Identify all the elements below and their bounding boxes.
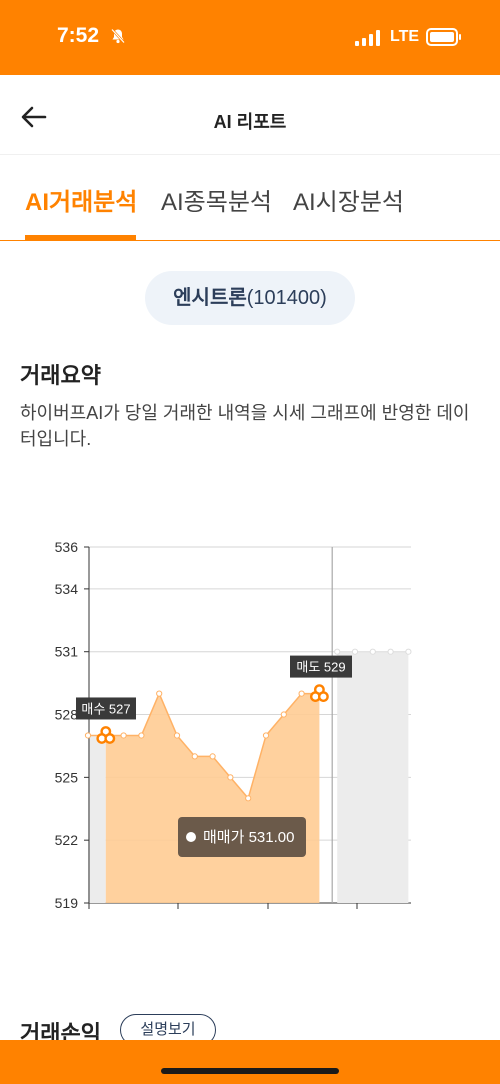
page-title: AI 리포트 xyxy=(213,112,287,132)
trade-marker-part xyxy=(317,691,329,702)
summary-description: 하이버프AI가 당일 거래한 내역을 시세 그래프에 반영한 데이터입니다. xyxy=(20,403,470,449)
data-point xyxy=(387,648,394,655)
bell-slash-icon xyxy=(111,28,125,44)
data-point xyxy=(227,774,234,781)
tab-ai-market-analysis[interactable]: AI시장분석 xyxy=(293,182,404,217)
pre-trade-area xyxy=(88,735,106,903)
future-area xyxy=(337,651,409,903)
signal-bars-icon xyxy=(355,30,380,46)
y-tick-label: 525 xyxy=(55,769,79,785)
data-point xyxy=(369,648,376,655)
y-tick-label: 522 xyxy=(55,832,79,848)
y-tick-label: 531 xyxy=(55,644,79,660)
data-point xyxy=(351,648,359,655)
data-point xyxy=(405,648,412,655)
network-label: LTE xyxy=(390,28,420,45)
y-tick-label: 536 xyxy=(55,539,79,555)
tooltip-dot xyxy=(186,832,196,842)
trade-marker-part xyxy=(104,733,116,744)
y-tick-label: 534 xyxy=(55,581,79,597)
stock-code: (101400) xyxy=(246,287,327,309)
tab-ai-trade-analysis[interactable]: AI거래분석 xyxy=(25,182,137,217)
trade-label-text: 매수 527 xyxy=(81,701,130,716)
trade-price-chart[interactable]: 519 522 525 528 531 534 536 매수 527 매도 529 매매가 531… xyxy=(0,530,500,930)
data-point xyxy=(209,753,216,760)
y-tick-label: 528 xyxy=(55,707,79,723)
price-tooltip: 매매가 531.00 xyxy=(178,817,306,857)
stock-name: 엔시트론 xyxy=(173,287,247,309)
data-point xyxy=(245,795,252,802)
summary-title: 거래요약 xyxy=(20,363,101,388)
data-point xyxy=(120,732,127,739)
data-point xyxy=(173,732,181,739)
sell-marker xyxy=(309,684,329,702)
data-point xyxy=(84,732,92,739)
buy-marker xyxy=(96,726,116,744)
bottom-bar xyxy=(0,1040,500,1084)
tab-ai-stock-analysis[interactable]: AI종목분석 xyxy=(161,182,272,217)
status-time: 7:52 xyxy=(57,24,100,47)
buy-label: 매수 527 xyxy=(76,697,136,720)
data-point xyxy=(191,753,198,760)
data-point xyxy=(262,732,270,739)
data-point xyxy=(298,690,305,697)
navigation-bar: AI 리포트 xyxy=(0,75,500,155)
data-point xyxy=(138,732,145,739)
tooltip-text: 매매가 531.00 xyxy=(203,829,294,846)
holding-area xyxy=(105,693,320,903)
home-indicator[interactable] xyxy=(161,1068,339,1074)
sell-label: 매도 529 xyxy=(290,655,352,678)
report-tabs: AI거래분석 AI종목분석 AI시장분석 xyxy=(0,160,500,241)
y-tick-label: 519 xyxy=(55,895,79,911)
stock-selector-chip[interactable]: 엔시트론(101400) xyxy=(145,271,355,325)
data-point xyxy=(156,690,163,697)
trade-label-text: 매도 529 xyxy=(296,660,345,675)
data-point xyxy=(280,711,287,718)
active-tab-indicator xyxy=(25,235,136,240)
battery-icon xyxy=(426,28,461,46)
data-point xyxy=(334,648,341,655)
status-bar: 7:52 LTE xyxy=(0,0,500,75)
